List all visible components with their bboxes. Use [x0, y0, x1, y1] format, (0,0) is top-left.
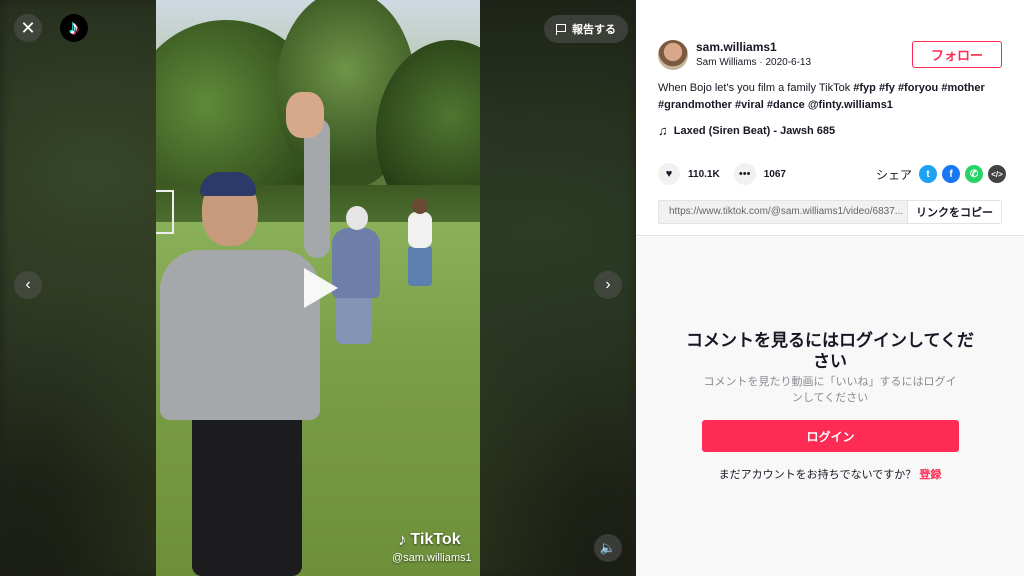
girl-body [408, 212, 432, 248]
music-note-icon: ♫ [658, 123, 668, 138]
comment-icon: ••• [738, 168, 751, 180]
caption-text: When Bojo let's you film a family TikTok [658, 82, 854, 94]
login-button[interactable]: ログイン [702, 420, 959, 452]
watermark-brand: TikTok [410, 531, 461, 548]
hashtag[interactable]: #foryou [898, 82, 938, 94]
mention-link[interactable]: @finty.williams1 [808, 99, 893, 111]
video-caption: When Bojo let's you film a family TikTok… [658, 80, 998, 114]
like-button[interactable]: ♥ [658, 163, 680, 185]
man-cap [200, 172, 256, 196]
facebook-share-icon[interactable]: f [942, 165, 961, 183]
follow-button[interactable]: フォロー [912, 41, 1002, 68]
avatar[interactable] [658, 40, 688, 70]
comments-gate-subtitle: コメントを見たり動画に「いいね」するにはログインしてください [703, 376, 957, 404]
man-body [160, 250, 320, 420]
comment-count: 1067 [763, 168, 786, 180]
watermark-username: @sam.williams1 [392, 552, 472, 564]
speaker-icon: 🔈 [599, 540, 617, 555]
signup-prompt: まだアカウントをお持ちでないですか？ 登録 [636, 466, 1024, 482]
author-subline: Sam Williams · 2020-6-13 [696, 57, 811, 68]
flag-icon [556, 23, 566, 35]
embed-code-icon[interactable]: </> [988, 165, 1007, 183]
girl-head [412, 198, 428, 214]
report-button[interactable]: 報告する [544, 15, 628, 43]
heart-icon: ♥ [665, 168, 673, 180]
next-video-button[interactable]: › [594, 271, 622, 299]
like-count: 110.1K [688, 168, 720, 180]
grandmother-head [346, 206, 368, 230]
share-label: シェア [876, 167, 913, 182]
comments-login-gate: コメントを見るにはログインしてください コメントを見たり動画に「いいね」するには… [636, 237, 1024, 576]
previous-video-button[interactable]: ‹ [14, 271, 42, 299]
post-date: 2020-6-13 [765, 57, 812, 68]
sound-toggle-button[interactable]: 🔈 [594, 534, 622, 562]
man-hand [286, 92, 324, 138]
man-raised-arm [304, 118, 330, 258]
whatsapp-share-icon[interactable]: ✆ [965, 165, 984, 183]
author-username[interactable]: sam.williams1 [696, 40, 777, 54]
tiktok-logo-icon[interactable]: ♪ [60, 14, 88, 42]
signup-prompt-text: まだアカウントをお持ちでないですか？ [718, 469, 917, 481]
hashtag[interactable]: #mother [941, 82, 984, 94]
hashtag[interactable]: #dance [767, 99, 805, 111]
share-link-url[interactable]: https://www.tiktok.com/@sam.williams1/vi… [659, 201, 907, 223]
girl-legs [408, 246, 432, 286]
share-link-box: https://www.tiktok.com/@sam.williams1/vi… [658, 200, 1002, 224]
hashtag[interactable]: #fyp [853, 82, 876, 94]
music-link[interactable]: ♫ Laxed (Siren Beat) - Jawsh 685 [658, 123, 835, 138]
author-display-name: Sam Williams [696, 57, 757, 68]
hashtag[interactable]: #fy [879, 82, 895, 94]
twitter-share-icon[interactable]: t [919, 165, 938, 183]
man-legs [192, 400, 302, 576]
comment-button[interactable]: ••• [733, 163, 756, 185]
video-stage: ♪ TikTok @sam.williams1 ✕ ♪ 報告する ‹ › 🔈 [0, 0, 636, 576]
report-label: 報告する [572, 24, 616, 36]
close-icon: ✕ [20, 17, 36, 38]
signup-link[interactable]: 登録 [919, 469, 941, 481]
engagement-stats: ♥ 110.1K ••• 1067 [658, 163, 800, 185]
copy-link-button[interactable]: リンクをコピー [907, 201, 1001, 223]
tiktok-watermark: ♪ TikTok @sam.williams1 [392, 530, 472, 564]
tiktok-note-icon: ♪ [398, 530, 407, 549]
watermark-logo: ♪ TikTok [398, 530, 472, 550]
grandmother-legs [336, 292, 372, 344]
play-icon[interactable] [304, 268, 338, 308]
hashtag[interactable]: #grandmother [658, 99, 732, 111]
comments-gate-title: コメントを見るにはログインしてください [686, 331, 974, 371]
chevron-left-icon: ‹ [25, 276, 31, 293]
chevron-right-icon: › [605, 276, 611, 293]
video-info: sam.williams1 Sam Williams · 2020-6-13 フ… [636, 0, 1024, 236]
share-bar: シェア t f ✆ </> [876, 165, 1007, 183]
close-button[interactable]: ✕ [14, 14, 42, 42]
music-title: Laxed (Siren Beat) - Jawsh 685 [673, 124, 836, 137]
football-goal [156, 190, 174, 234]
hashtag[interactable]: #viral [735, 99, 764, 111]
side-panel: sam.williams1 Sam Williams · 2020-6-13 フ… [636, 0, 1024, 576]
grandmother-body [332, 228, 380, 298]
